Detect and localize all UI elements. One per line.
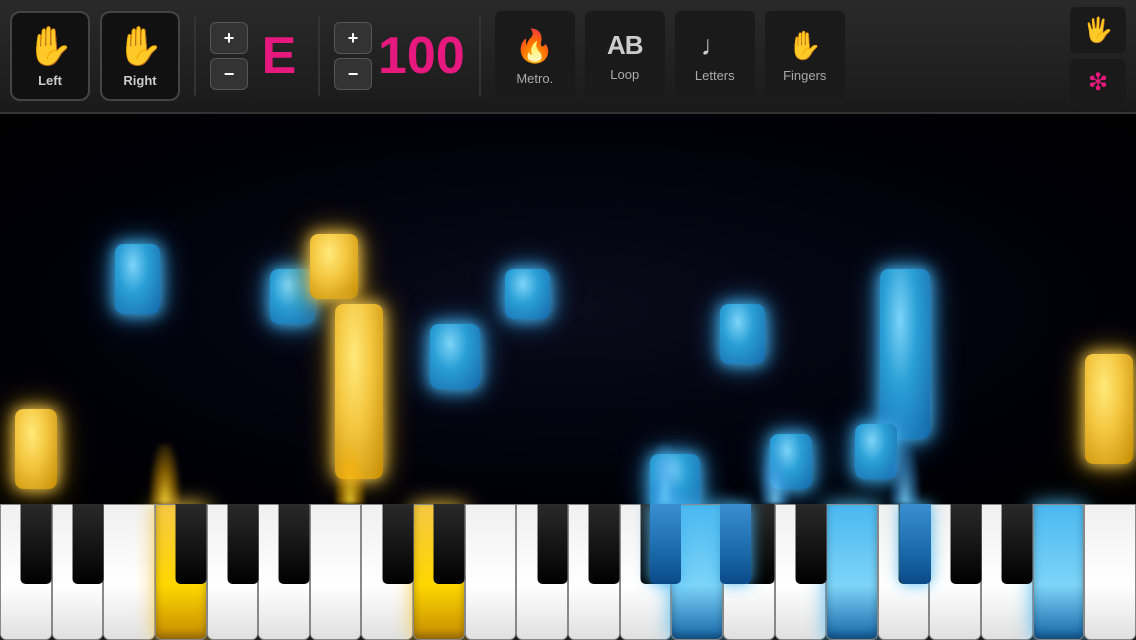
tempo-display: 100 bbox=[378, 21, 465, 91]
toolbar: ✋ Left ✋ Right + − E + − 100 🔥 Metro. bbox=[0, 0, 1136, 114]
black-key[interactable] bbox=[279, 504, 310, 584]
white-key[interactable] bbox=[310, 504, 362, 640]
loop-button[interactable]: AB Loop bbox=[585, 11, 665, 101]
white-key[interactable] bbox=[103, 504, 155, 640]
letters-label: Letters bbox=[695, 68, 735, 83]
note-yellow bbox=[1085, 354, 1133, 464]
note-blue bbox=[880, 269, 930, 439]
letters-icon: ♩ bbox=[701, 30, 729, 62]
divider-1 bbox=[194, 16, 196, 96]
piano bbox=[0, 504, 1136, 640]
black-key[interactable] bbox=[950, 504, 981, 584]
black-key-blue[interactable] bbox=[900, 504, 931, 584]
key-stepper: + − bbox=[210, 22, 248, 90]
key-stepper-group: + − E bbox=[210, 21, 304, 91]
note-blue bbox=[115, 244, 160, 314]
white-key[interactable] bbox=[826, 504, 878, 640]
black-key[interactable] bbox=[589, 504, 620, 584]
right-panel: 🖐 ❇ bbox=[1070, 7, 1126, 105]
key-display: E bbox=[254, 21, 304, 91]
note-blue bbox=[855, 424, 897, 479]
black-key-blue[interactable] bbox=[650, 504, 681, 584]
note-blue bbox=[650, 454, 700, 504]
left-hand-label: Left bbox=[38, 73, 62, 88]
note-yellow bbox=[335, 304, 383, 479]
spark-yellow bbox=[150, 444, 180, 504]
black-key[interactable] bbox=[382, 504, 413, 584]
note-blue bbox=[505, 269, 550, 319]
black-key[interactable] bbox=[537, 504, 568, 584]
black-key[interactable] bbox=[72, 504, 103, 584]
tempo-stepper: + − bbox=[334, 22, 372, 90]
white-key[interactable] bbox=[1084, 504, 1136, 640]
note-blue bbox=[770, 434, 812, 489]
left-hand-icon: ✋ bbox=[26, 25, 73, 69]
key-minus-button[interactable]: − bbox=[210, 58, 248, 90]
black-key[interactable] bbox=[434, 504, 465, 584]
black-key-blue[interactable] bbox=[720, 504, 751, 584]
active-hand-icon: 🖐 bbox=[1083, 16, 1113, 45]
notes-area bbox=[0, 114, 1136, 504]
note-blue bbox=[720, 304, 765, 364]
metro-button[interactable]: 🔥 Metro. bbox=[495, 11, 575, 101]
metro-icon: 🔥 bbox=[515, 27, 555, 65]
fingers-label: Fingers bbox=[783, 68, 826, 83]
right-hand-button[interactable]: ✋ Right bbox=[100, 11, 180, 101]
letters-button[interactable]: ♩ Letters bbox=[675, 11, 755, 101]
key-value: E bbox=[262, 26, 297, 86]
divider-3 bbox=[479, 16, 481, 96]
black-key[interactable] bbox=[176, 504, 207, 584]
white-key[interactable] bbox=[1033, 504, 1085, 640]
fingers-icon: ✋ bbox=[787, 29, 822, 62]
left-hand-button[interactable]: ✋ Left bbox=[10, 11, 90, 101]
note-blue bbox=[270, 269, 315, 324]
divider-2 bbox=[318, 16, 320, 96]
key-plus-button[interactable]: + bbox=[210, 22, 248, 54]
notes-scatter-icon: ❇ bbox=[1088, 68, 1108, 97]
fingers-button[interactable]: ✋ Fingers bbox=[765, 11, 845, 101]
black-key[interactable] bbox=[21, 504, 52, 584]
notes-scatter-button[interactable]: ❇ bbox=[1070, 59, 1126, 105]
right-hand-icon: ✋ bbox=[116, 25, 163, 69]
tempo-minus-button[interactable]: − bbox=[334, 58, 372, 90]
tempo-value: 100 bbox=[378, 26, 465, 86]
note-yellow bbox=[15, 409, 57, 489]
metro-label: Metro. bbox=[516, 71, 553, 86]
loop-icon: AB bbox=[607, 30, 643, 61]
black-key[interactable] bbox=[227, 504, 258, 584]
black-key[interactable] bbox=[1002, 504, 1033, 584]
right-hand-label: Right bbox=[123, 73, 156, 88]
black-key[interactable] bbox=[795, 504, 826, 584]
tempo-plus-button[interactable]: + bbox=[334, 22, 372, 54]
tempo-stepper-group: + − 100 bbox=[334, 21, 465, 91]
active-hand-button[interactable]: 🖐 bbox=[1070, 7, 1126, 53]
note-blue bbox=[430, 324, 480, 389]
white-key[interactable] bbox=[465, 504, 517, 640]
note-yellow bbox=[310, 234, 358, 299]
loop-label: Loop bbox=[610, 67, 639, 82]
